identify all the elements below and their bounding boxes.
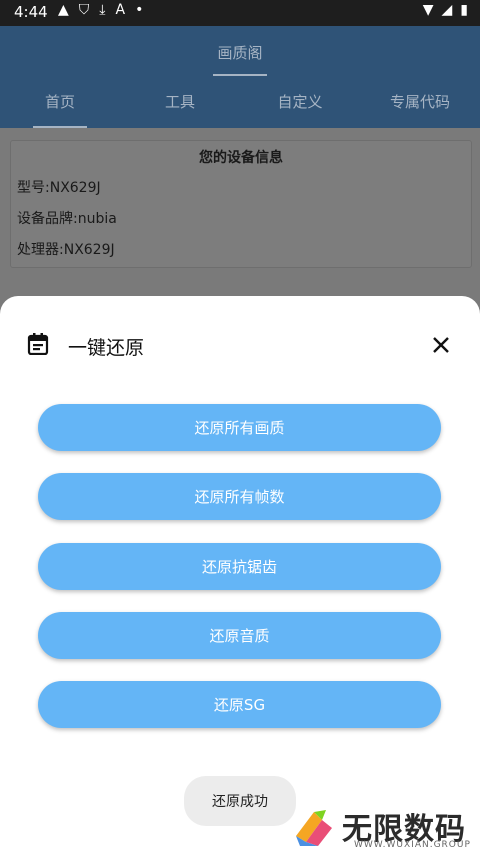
- tab-home[interactable]: 首页: [0, 78, 120, 128]
- reset-antialiasing-button[interactable]: 还原抗锯齿: [38, 543, 441, 590]
- tab-custom[interactable]: 自定义: [240, 78, 360, 128]
- system-icons: ▼ ◢ ▮: [423, 2, 468, 18]
- reset-sg-button[interactable]: 还原SG: [38, 681, 441, 728]
- download-icon: ⤓: [99, 2, 106, 18]
- device-brand: 设备品牌:nubia: [17, 211, 117, 227]
- watermark: 无限数码 WWW.WUXIAN.GROUP: [292, 800, 472, 853]
- device-model: 型号:NX629J: [17, 180, 101, 196]
- reset-all-fps-button[interactable]: 还原所有帧数: [38, 473, 441, 520]
- close-icon[interactable]: [429, 333, 453, 357]
- device-info-card: 您的设备信息 型号:NX629J 设备品牌:nubia 处理器:NX629J: [10, 140, 472, 268]
- warning-icon: ▲: [58, 2, 69, 18]
- wifi-icon: ▼: [422, 2, 434, 18]
- app-bar: 画质阁: [0, 26, 480, 78]
- signal-icon: ◢: [441, 2, 453, 18]
- battery-icon: ▮: [460, 2, 468, 18]
- sheet-header: 一键还原: [0, 296, 480, 396]
- reset-all-quality-button[interactable]: 还原所有画质: [38, 404, 441, 451]
- reset-audio-button[interactable]: 还原音质: [38, 612, 441, 659]
- app-title: 画质阁: [217, 44, 263, 62]
- shield-icon: ⛉: [78, 2, 90, 18]
- device-processor: 处理器:NX629J: [17, 242, 115, 258]
- status-bar: 4:44 ▲ ⛉ ⤓ A • ▼ ◢ ▮: [0, 0, 480, 26]
- dot-icon: •: [135, 2, 144, 18]
- tab-bar: 首页 工具 自定义 专属代码: [0, 78, 480, 128]
- reset-bottom-sheet: 一键还原 还原所有画质 还原所有帧数 还原抗锯齿 还原音质 还原SG 还原成功: [0, 296, 480, 853]
- success-toast: 还原成功: [184, 776, 296, 826]
- tab-exclusive-code[interactable]: 专属代码: [360, 78, 480, 128]
- app-a-icon: A: [115, 2, 126, 18]
- watermark-url: WWW.WUXIAN.GROUP: [354, 840, 471, 850]
- status-time: 4:44: [14, 3, 48, 21]
- notification-icons: ▲ ⛉ ⤓ A •: [58, 2, 143, 18]
- calendar-icon: [27, 333, 49, 355]
- page-content: 您的设备信息 型号:NX629J 设备品牌:nubia 处理器:NX629J: [0, 128, 480, 298]
- sheet-title: 一键还原: [68, 337, 145, 359]
- watermark-logo: [296, 810, 332, 846]
- device-info-title: 您的设备信息: [199, 150, 283, 166]
- title-underline: [213, 74, 267, 76]
- tab-tools[interactable]: 工具: [120, 78, 240, 128]
